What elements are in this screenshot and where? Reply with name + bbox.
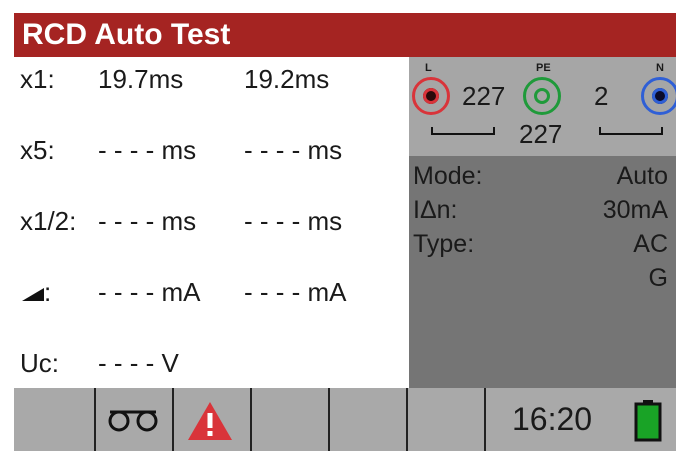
softkey-tape[interactable]	[94, 388, 172, 451]
result-row-x5: x5: - - - - ms - - - - ms	[14, 132, 409, 168]
voltage-pe-n: 2	[594, 81, 609, 111]
result-label: :	[44, 277, 52, 307]
result-value-2: - - - - ms	[244, 135, 343, 165]
result-value-2: 19.2ms	[244, 64, 330, 94]
bracket-left	[431, 127, 495, 135]
result-row-x-half: x1/2: - - - - ms - - - - ms	[14, 203, 409, 239]
voltage-l-n: 227	[519, 119, 563, 149]
setting-value: G	[648, 264, 668, 292]
setting-key: Type:	[413, 230, 475, 258]
result-label: x5:	[20, 135, 55, 165]
result-row-uc: Uc: - - - - V	[14, 345, 409, 381]
result-label: Uc:	[20, 348, 59, 378]
setting-key: Mode:	[413, 162, 483, 190]
setting-value: AC	[633, 230, 668, 258]
result-value-1: - - - - V	[98, 348, 179, 378]
result-value-1: - - - - ms	[98, 206, 197, 236]
terminal-n-tag: N	[656, 62, 664, 74]
result-label: x1:	[20, 64, 55, 94]
result-value-1: 19.7ms	[98, 64, 184, 94]
result-row-ramp: : - - - - mA - - - - mA	[14, 274, 409, 310]
result-value-2: - - - - mA	[244, 277, 347, 307]
terminal-n-icon	[641, 77, 676, 115]
setting-type: Type: AC	[409, 228, 668, 260]
result-value-2: - - - - ms	[244, 206, 343, 236]
clock-time: 16:20	[512, 401, 593, 437]
settings-panel: L PE N 227 2 227 Mode: Auto IΔn: 30mA Ty…	[409, 57, 676, 388]
warning-icon	[188, 402, 232, 440]
terminal-pe-icon	[523, 77, 561, 115]
title-bar: RCD Auto Test	[14, 13, 676, 57]
tape-icon	[108, 410, 158, 432]
bracket-right	[599, 127, 663, 135]
softkey-5[interactable]	[406, 388, 484, 451]
setting-value: Auto	[616, 162, 668, 190]
result-label: x1/2:	[20, 206, 77, 236]
terminal-l-tag: L	[425, 62, 432, 74]
result-value-1: - - - - mA	[98, 277, 201, 307]
terminal-voltage-area: L PE N 227 2 227	[409, 57, 676, 156]
terminal-l-icon	[412, 77, 450, 115]
result-value-1: - - - - ms	[98, 135, 197, 165]
ramp-icon	[22, 288, 44, 301]
softkey-4[interactable]	[328, 388, 406, 451]
instrument-screen: RCD Auto Test x1: 19.7ms 19.2ms x5: - - …	[14, 13, 676, 451]
battery-icon	[634, 400, 662, 442]
page-title: RCD Auto Test	[22, 18, 231, 51]
softkey-3[interactable]	[250, 388, 328, 451]
setting-value: 30mA	[602, 196, 668, 224]
voltage-l-pe: 227	[462, 81, 506, 111]
status-bar: 16:20	[14, 388, 676, 451]
setting-idn: IΔn: 30mA	[409, 194, 668, 226]
result-row-x1: x1: 19.7ms 19.2ms	[14, 61, 409, 97]
setting-key: IΔn:	[413, 196, 458, 224]
softkey-warning[interactable]	[172, 388, 250, 451]
terminal-pe-tag: PE	[536, 62, 551, 74]
setting-type-sub: G	[409, 262, 668, 294]
setting-mode: Mode: Auto	[409, 160, 668, 192]
results-panel: x1: 19.7ms 19.2ms x5: - - - - ms - - - -…	[14, 57, 409, 388]
